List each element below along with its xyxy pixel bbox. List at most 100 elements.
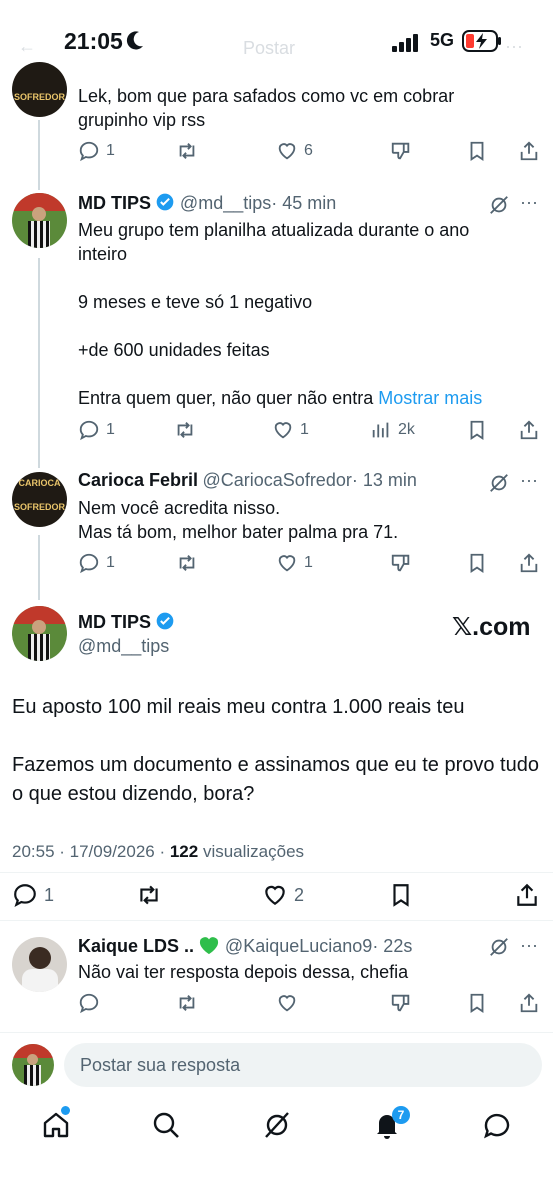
tab-home[interactable] (41, 1106, 71, 1145)
reply-icon (79, 553, 99, 574)
reply-icon (79, 420, 99, 441)
heart-icon (265, 885, 285, 905)
retweet-icon (179, 555, 195, 571)
signal-icon (392, 34, 418, 52)
retweet-button[interactable] (136, 882, 162, 908)
tweet-body: Nem você acredita nisso. Mas tá bom, mel… (78, 496, 518, 544)
display-name[interactable]: MD TIPS (78, 612, 151, 632)
tab-messages[interactable] (482, 1110, 512, 1145)
bookmark-button[interactable] (466, 419, 488, 441)
retweet-button[interactable] (176, 552, 198, 574)
like-button[interactable]: 6 (276, 140, 313, 162)
more-options-icon[interactable]: ··· (520, 192, 538, 213)
share-button[interactable] (518, 140, 540, 162)
retweet-button[interactable] (176, 992, 198, 1014)
avatar[interactable] (12, 193, 67, 248)
like-button[interactable]: 1 (276, 552, 313, 574)
display-name[interactable]: MD TIPS (78, 193, 151, 213)
bookmark-button[interactable] (466, 552, 488, 574)
tab-search[interactable] (151, 1110, 181, 1145)
views-chart-icon (372, 422, 389, 438)
handle[interactable]: @md__tips (78, 636, 169, 657)
retweet-button[interactable] (176, 140, 198, 162)
bookmark-button[interactable] (466, 992, 488, 1014)
reply-composer[interactable]: Postar sua resposta (64, 1043, 542, 1087)
main-tweet-header: MD TIPS (78, 611, 175, 633)
header-title-ghost: Postar (243, 38, 296, 58)
grok-icon[interactable] (488, 194, 510, 216)
views-label[interactable]: visualizações (198, 842, 304, 861)
tweet-header: Carioca Febril @CariocaSofredor· 13 min (78, 470, 417, 491)
share-icon (520, 993, 538, 1013)
more-ghost: ··· (505, 36, 523, 56)
green-heart-icon (200, 937, 219, 955)
downvote-button[interactable] (390, 552, 412, 574)
heart-icon (278, 555, 296, 572)
tab-notifications[interactable]: 7 (372, 1106, 410, 1145)
divider (0, 1032, 553, 1033)
main-tweet-paragraph: Eu aposto 100 mil reais meu contra 1.000… (12, 696, 465, 718)
display-name[interactable]: Carioca Febril (78, 470, 198, 490)
display-name[interactable]: Kaique LDS .. (78, 936, 194, 956)
avatar[interactable] (12, 606, 67, 661)
timestamp: · 13 min (351, 470, 417, 490)
bookmark-button[interactable] (388, 882, 414, 908)
reply-button[interactable] (78, 992, 100, 1014)
notifications-badge: 7 (392, 1106, 410, 1124)
downvote-button[interactable] (390, 140, 412, 162)
share-button[interactable] (518, 419, 540, 441)
divider (0, 920, 553, 921)
views-button[interactable]: 2k (370, 419, 415, 441)
bookmark-icon (470, 141, 484, 161)
share-button[interactable] (514, 882, 540, 908)
like-button[interactable]: 2 (262, 882, 304, 908)
my-avatar[interactable] (12, 1044, 54, 1086)
grok-icon[interactable] (488, 472, 510, 494)
tweet-line: Meu grupo tem planilha atualizada durant… (78, 220, 470, 264)
tab-grok[interactable] (262, 1110, 292, 1145)
reply-button[interactable]: 1 (12, 882, 54, 908)
bookmark-button[interactable] (466, 140, 488, 162)
avatar[interactable] (12, 937, 67, 992)
like-button[interactable] (276, 992, 298, 1014)
tweet-line: Entra quem quer, não quer não entra (78, 388, 374, 408)
show-more-link[interactable]: Mostrar mais (378, 388, 482, 408)
avatar-face (32, 207, 46, 221)
reply-button[interactable]: 1 (78, 552, 115, 574)
bookmark-icon (470, 553, 484, 573)
share-button[interactable] (518, 552, 540, 574)
main-tweet-paragraph: Fazemos um documento e assinamos que eu … (12, 754, 539, 805)
retweet-button[interactable] (174, 419, 196, 441)
tweet-actions: 1 1 2k (78, 419, 538, 443)
share-button[interactable] (518, 992, 540, 1014)
x-logo-icon: 𝕏 (452, 612, 473, 641)
more-options-icon[interactable]: ··· (520, 935, 538, 956)
more-options-icon[interactable]: ··· (520, 470, 538, 491)
downvote-button[interactable] (390, 992, 412, 1014)
tweet-body: Meu grupo tem planilha atualizada durant… (78, 218, 518, 410)
grok-icon[interactable] (488, 936, 510, 958)
thread-line (38, 258, 40, 468)
avatar[interactable]: SOFREDOR (12, 62, 67, 117)
reply-icon (79, 993, 99, 1014)
avatar-shirt (22, 969, 58, 992)
reply-button[interactable]: 1 (78, 140, 115, 162)
handle[interactable]: @md__tips (180, 193, 271, 213)
handle[interactable]: @KaiqueLuciano9 (225, 936, 372, 956)
avatar[interactable]: CARIOCA SOFREDOR (12, 472, 67, 527)
xcom-text: .com (472, 613, 531, 641)
xcom-watermark: 𝕏.com (452, 612, 531, 642)
timestamp: · 45 min (271, 193, 337, 213)
like-button[interactable]: 1 (272, 419, 309, 441)
reply-button[interactable]: 1 (78, 419, 115, 441)
tweet-actions: 1 6 (78, 140, 538, 164)
avatar-face (27, 1054, 38, 1065)
reply-count: 1 (106, 554, 115, 571)
avatar-logo-text: CARIOCA (18, 478, 61, 488)
divider (0, 872, 553, 873)
main-tweet-body: Eu aposto 100 mil reais meu contra 1.000… (12, 693, 542, 809)
heart-icon (278, 143, 296, 160)
bookmark-icon (470, 993, 484, 1013)
handle[interactable]: @CariocaSofredor (203, 470, 352, 490)
views-count: 2k (398, 421, 415, 438)
